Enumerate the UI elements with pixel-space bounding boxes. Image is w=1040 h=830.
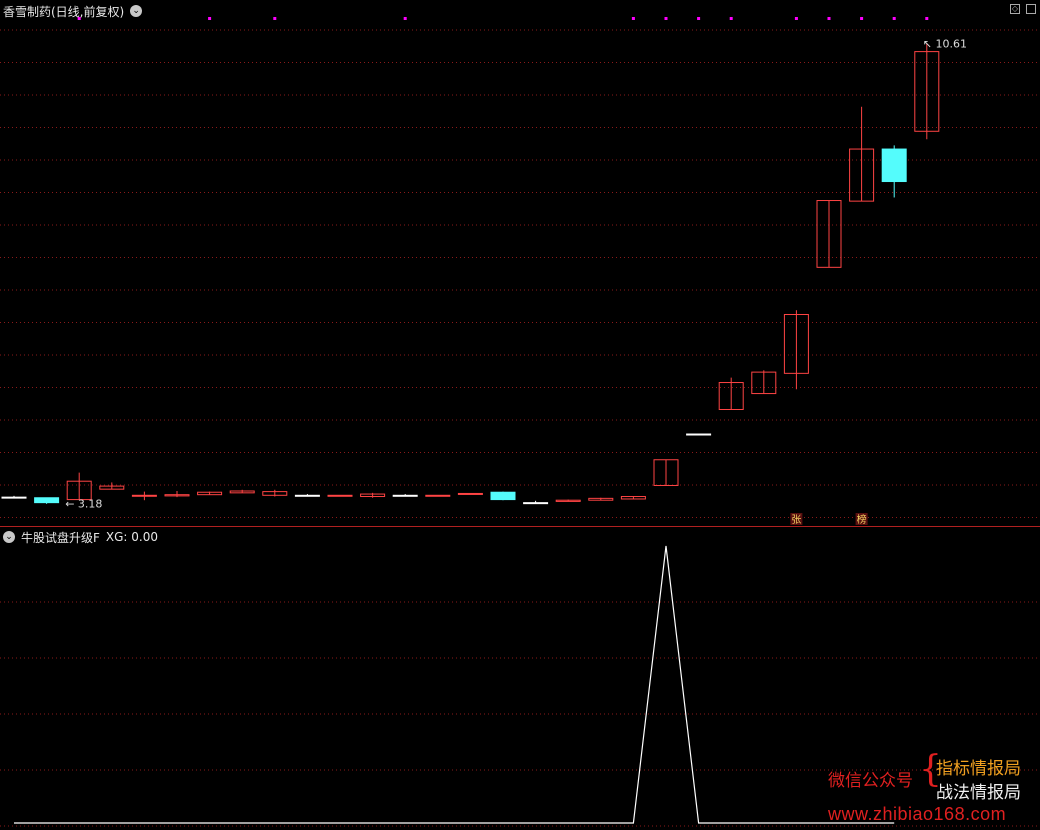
watermark-left-text: 微信公众号	[828, 771, 913, 791]
signal-marker	[860, 17, 864, 20]
signal-marker	[697, 17, 701, 20]
watermark-line1: 指标情报局	[936, 759, 1021, 779]
signal-marker	[925, 17, 929, 20]
watermark-url: www.zhibiao168.com	[828, 804, 1007, 824]
signal-marker	[892, 17, 896, 20]
candle-body	[392, 494, 418, 497]
candle-body	[490, 491, 516, 501]
tag-label: 张	[791, 514, 801, 526]
signal-marker	[827, 17, 831, 20]
signal-marker	[403, 17, 407, 20]
tag-label: 榜	[857, 513, 867, 526]
indicator-value: XG: 0.00	[105, 530, 159, 544]
candle-body	[523, 502, 549, 505]
high-price-label: ↖ 10.61	[923, 38, 967, 51]
candle-body	[686, 433, 712, 436]
signal-marker	[729, 17, 733, 20]
candle-body	[881, 148, 907, 183]
signal-marker	[77, 17, 81, 20]
watermark: 微信公众号 { 指标情报局 战法情报局 www.zhibiao168.com	[828, 752, 1038, 828]
candle-body	[294, 494, 320, 497]
signal-marker	[631, 17, 635, 20]
signal-marker	[273, 17, 277, 20]
candle-body	[34, 497, 60, 504]
candlestick-chart: ← 3.18 ↖ 10.61 张 榜	[0, 17, 1040, 526]
indicator-dropdown-icon[interactable]: ⌄	[3, 531, 15, 543]
candle-body	[131, 494, 157, 497]
candle-body	[425, 494, 451, 497]
indicator-name: 牛股试盘升级F	[21, 530, 100, 545]
signal-marker	[208, 17, 212, 20]
candle-body	[457, 492, 483, 495]
signal-marker	[794, 17, 798, 20]
signal-marker	[664, 17, 668, 20]
xg-series-line	[14, 545, 895, 824]
low-price-label: ← 3.18	[65, 498, 102, 511]
indicator-title-bar: ⌄ 牛股试盘升级F XG: 0.00	[3, 529, 158, 545]
watermark-line2: 战法情报局	[936, 783, 1021, 803]
candle-body	[327, 494, 353, 497]
panel-divider	[0, 526, 1040, 527]
candle-body	[1, 496, 27, 499]
